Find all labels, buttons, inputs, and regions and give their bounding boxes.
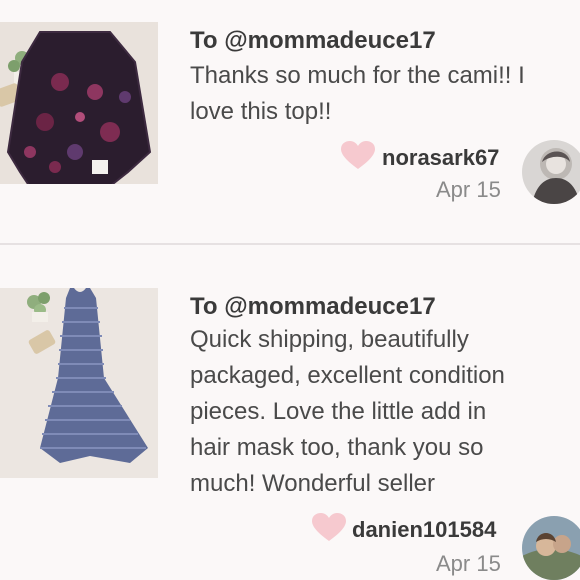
avatar[interactable] [522, 140, 580, 204]
review-message: Quick shipping, beautifully packaged, ex… [190, 326, 505, 497]
review-recipient: To @mommadeuce17 [190, 293, 436, 320]
review-message: Thanks so much for the cami!! I love thi… [190, 62, 525, 125]
listing-thumbnail[interactable] [0, 288, 158, 478]
listing-thumbnail[interactable] [0, 22, 158, 184]
review-date: Apr 15 [436, 177, 501, 202]
review-recipient: To @mommadeuce17 [190, 27, 436, 54]
review-card: To @mommadeuce17 Quick shipping, beautif… [0, 246, 580, 580]
heart-icon[interactable] [341, 141, 375, 171]
reviewer-username[interactable]: norasark67 [382, 145, 499, 171]
avatar[interactable] [522, 516, 580, 580]
reviewer-username[interactable]: danien101584 [352, 517, 496, 543]
heart-icon[interactable] [312, 513, 346, 543]
review-date: Apr 15 [436, 551, 501, 576]
review-card: To @mommadeuce17 Thanks so much for the … [0, 0, 580, 244]
review-divider [0, 243, 580, 245]
